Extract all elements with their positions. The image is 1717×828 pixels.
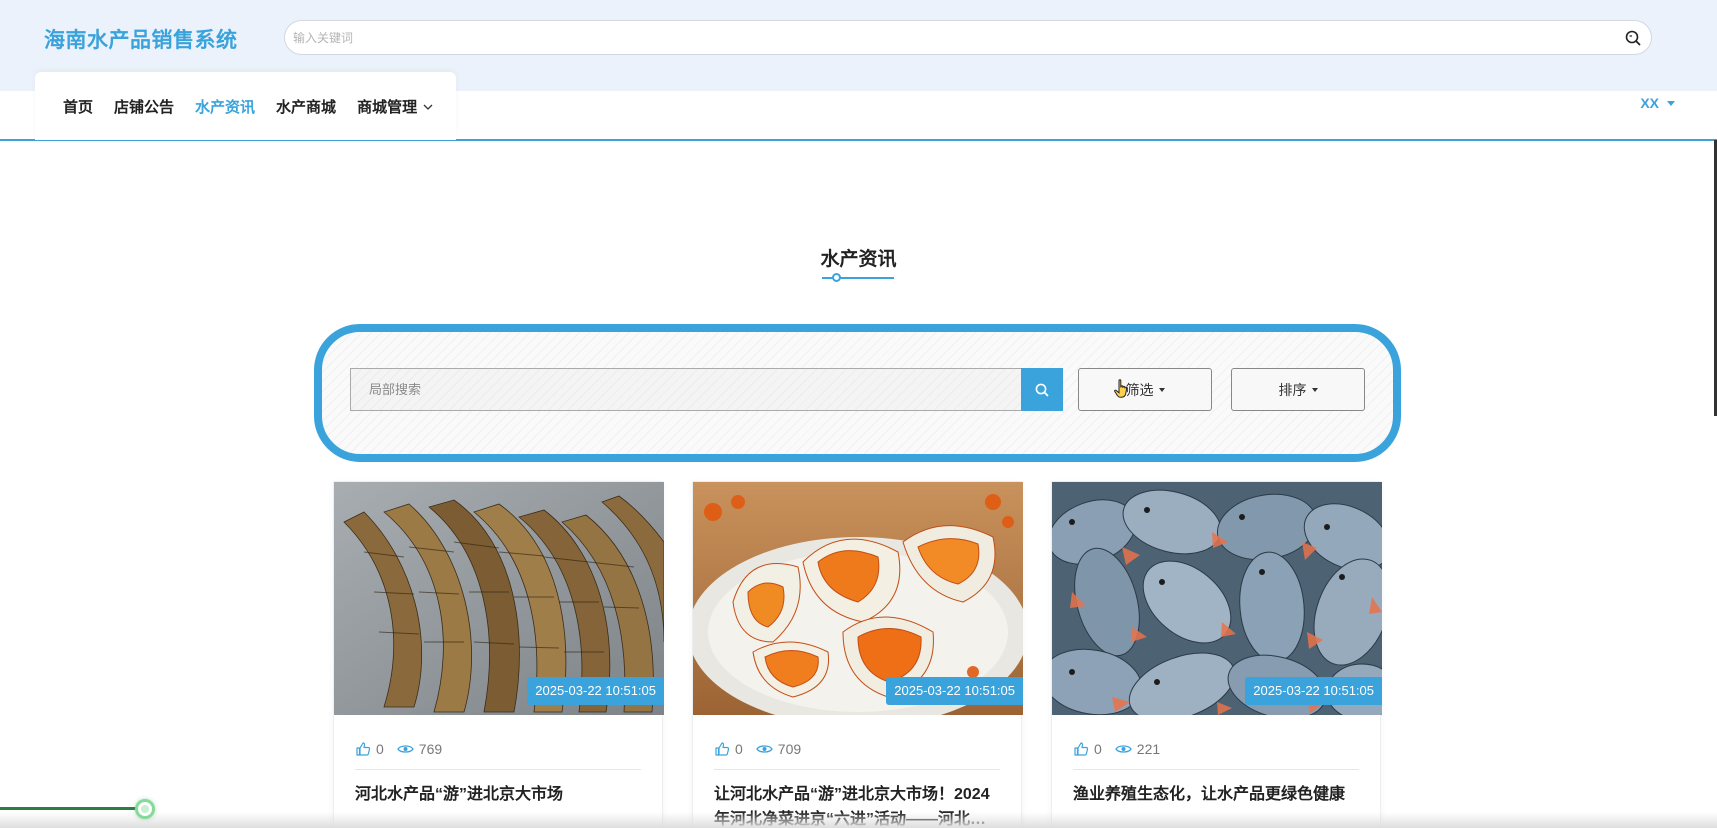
shrimp-photo[interactable]: 2025-03-22 10:51:05 <box>334 482 664 715</box>
user-name: XX <box>1640 95 1659 111</box>
eye-icon <box>1115 745 1132 753</box>
article-stats: 0 769 <box>355 741 455 757</box>
news-card[interactable]: 2025-03-22 10:51:05 0 769 河北水产品“游”进北京大市场 <box>333 481 664 828</box>
article-stats: 0 221 <box>1073 741 1173 757</box>
date-badge: 2025-03-22 10:51:05 <box>527 677 664 705</box>
filter-label: 筛选 <box>1125 381 1154 398</box>
view-count-value: 709 <box>777 741 802 757</box>
date-badge: 2025-03-22 10:51:05 <box>886 677 1023 705</box>
site-logo-title[interactable]: 海南水产品销售系统 <box>44 24 238 54</box>
local-search-box <box>350 368 1022 411</box>
like-count-value: 0 <box>376 741 384 757</box>
user-menu[interactable]: XX <box>1640 95 1675 111</box>
pomfret-fish-photo[interactable]: 2025-03-22 10:51:05 <box>1052 482 1382 715</box>
article-stats: 0 709 <box>714 741 814 757</box>
page-title: 水产资讯 <box>820 249 897 270</box>
global-search-box <box>284 20 1652 55</box>
local-search-input[interactable] <box>351 369 1021 410</box>
view-count: 709 <box>756 741 801 757</box>
main-nav: 首页 店铺公告 水产资讯 水产商城 商城管理 <box>63 96 433 117</box>
eye-icon <box>756 745 773 753</box>
global-search-input[interactable] <box>293 27 1593 49</box>
nav-item-aquatic-news[interactable]: 水产资讯 <box>195 96 255 117</box>
like-count-value: 0 <box>1094 741 1102 757</box>
article-title[interactable]: 河北水产品“游”进北京大市场 <box>355 782 644 807</box>
thumbs-up-icon <box>715 742 730 756</box>
scroll-progress-knob[interactable] <box>135 799 155 819</box>
like-count[interactable]: 0 <box>1073 741 1102 757</box>
news-card[interactable]: 2025-03-22 10:51:05 0 709 让河北水产品“游”进北京大市… <box>692 481 1023 828</box>
card-divider <box>714 769 1000 770</box>
local-search-button[interactable] <box>1021 368 1063 411</box>
bottom-fade <box>0 812 1717 828</box>
caret-down-icon <box>1158 387 1165 392</box>
view-count-value: 221 <box>1136 741 1161 757</box>
thumbs-up-icon <box>356 742 371 756</box>
view-count: 769 <box>397 741 442 757</box>
news-card[interactable]: 2025-03-22 10:51:05 0 221 渔业养殖生态化，让水产品更绿… <box>1051 481 1382 828</box>
like-count[interactable]: 0 <box>714 741 743 757</box>
nav-item-mall-management[interactable]: 商城管理 <box>357 96 433 117</box>
title-underline <box>822 273 894 282</box>
crab-plate-photo[interactable]: 2025-03-22 10:51:05 <box>693 482 1023 715</box>
nav-item-store-notice[interactable]: 店铺公告 <box>114 96 174 117</box>
chevron-down-icon <box>423 104 433 110</box>
search-icon <box>1035 383 1049 396</box>
nav-item-home[interactable]: 首页 <box>63 96 93 117</box>
caret-down-icon <box>1667 100 1675 106</box>
filter-dropdown-button[interactable]: 筛选 <box>1078 368 1212 411</box>
card-divider <box>355 769 641 770</box>
sort-dropdown-button[interactable]: 排序 <box>1231 368 1365 411</box>
thumbs-up-icon <box>1074 742 1089 756</box>
card-divider <box>1073 769 1359 770</box>
title-underline-dot <box>832 273 841 282</box>
like-count-value: 0 <box>735 741 743 757</box>
article-title[interactable]: 渔业养殖生态化，让水产品更绿色健康 <box>1073 782 1362 807</box>
date-badge: 2025-03-22 10:51:05 <box>1245 677 1382 705</box>
nav-item-aquatic-mall[interactable]: 水产商城 <box>276 96 336 117</box>
search-icon[interactable] <box>1623 28 1643 48</box>
eye-icon <box>397 745 414 753</box>
caret-down-icon <box>1311 387 1318 392</box>
sort-label: 排序 <box>1278 381 1307 398</box>
nav-item-mall-management-label: 商城管理 <box>357 99 418 116</box>
view-count: 221 <box>1115 741 1160 757</box>
scroll-progress-bar <box>0 807 146 810</box>
view-count-value: 769 <box>418 741 443 757</box>
like-count[interactable]: 0 <box>355 741 384 757</box>
